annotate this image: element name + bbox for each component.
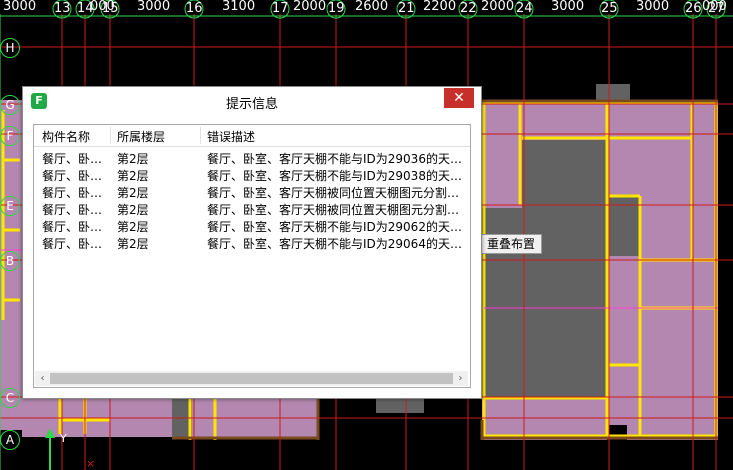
dialog-title: 提示信息 [225,97,278,112]
column-axis-label: 13 [54,1,71,16]
column-header-name[interactable]: 构件名称 [42,128,90,145]
column-axis-label: 15 [102,1,119,16]
cell-name: 餐厅、卧… [42,169,103,183]
error-list[interactable]: 构件名称 所属楼层 错误描述 餐厅、卧… 第2层 餐厅、卧室、客厅天棚不能与ID… [33,124,471,388]
column-axis-label: 24 [516,1,533,16]
column-header-floor[interactable]: 所属楼层 [117,128,165,145]
cell-floor: 第2层 [117,152,149,166]
cell-description: 餐厅、卧室、客厅天棚不能与ID为29064的天… [207,237,462,251]
cell-name: 餐厅、卧… [42,203,103,217]
dimension-label: 3000 [636,0,670,14]
svg-text:×: × [86,457,95,470]
cell-floor: 第2层 [117,220,149,234]
table-row[interactable]: 餐厅、卧… 第2层 餐厅、卧室、客厅天棚被同位置天棚图元分割… [34,183,470,200]
cell-name: 餐厅、卧… [42,237,103,251]
scrollbar-thumb[interactable] [50,373,453,384]
row-axis-bubble: E [0,196,20,216]
close-button[interactable]: ✕ [444,88,474,108]
dimension-label: 2000 [481,0,515,14]
column-divider[interactable] [110,127,111,144]
scroll-left-icon[interactable]: ‹ [35,371,50,386]
cell-description: 餐厅、卧室、客厅天棚不能与ID为29038的天… [207,169,462,183]
row-axis-bubble: A [0,430,20,450]
dimension-label: 2000 [293,0,327,14]
row-axis-bubble: B [0,251,20,271]
column-axis-label: 17 [272,1,289,16]
overlap-tooltip: 重叠布置 [480,234,543,254]
dialog-title-bar[interactable]: F 提示信息 ✕ [23,87,481,115]
column-axis-label: 25 [601,1,618,16]
scroll-right-icon[interactable]: › [453,371,468,386]
column-axis-label: 27 [708,1,725,16]
close-icon: ✕ [453,90,465,106]
horizontal-scrollbar[interactable]: ‹ › [35,371,468,386]
list-header: 构件名称 所属楼层 错误描述 [34,125,470,147]
cell-floor: 第2层 [117,169,149,183]
table-row[interactable]: 餐厅、卧… 第2层 餐厅、卧室、客厅天棚不能与ID为29062的天… [34,217,470,234]
cell-floor: 第2层 [117,237,149,251]
message-dialog: F 提示信息 ✕ 构件名称 所属楼层 错误描述 餐厅、卧… 第2层 餐厅、卧室、… [22,86,482,399]
row-axis-bubble: G [0,95,20,115]
row-axis-bubble: C [0,388,20,408]
column-axis-label: 26 [685,1,702,16]
dimension-label: 3100 [222,0,256,14]
column-axis-label: 21 [398,1,415,16]
column-axis-label: 16 [186,1,203,16]
cell-name: 餐厅、卧… [42,152,103,166]
dimension-label: 2200 [423,0,457,14]
table-row[interactable]: 餐厅、卧… 第2层 餐厅、卧室、客厅天棚不能与ID为29064的天… [34,234,470,251]
column-axis-label: 22 [460,1,477,16]
dimension-label: 2600 [355,0,389,14]
cell-floor: 第2层 [117,203,149,217]
cell-floor: 第2层 [117,186,149,200]
table-row[interactable]: 餐厅、卧… 第2层 餐厅、卧室、客厅天棚不能与ID为29036的天… [34,149,470,166]
dimension-label: 3000 [137,0,171,14]
y-axis-label: Y [60,432,67,445]
column-header-description[interactable]: 错误描述 [207,128,255,145]
dimension-label: 3000 [551,0,585,14]
column-axis-label: 14 [77,1,94,16]
table-row[interactable]: 餐厅、卧… 第2层 餐厅、卧室、客厅天棚被同位置天棚图元分割… [34,200,470,217]
dimension-label: 3000 [3,0,37,14]
cell-description: 餐厅、卧室、客厅天棚不能与ID为29062的天… [207,220,462,234]
column-axis-label: 19 [328,1,345,16]
cell-description: 餐厅、卧室、客厅天棚被同位置天棚图元分割… [207,203,460,217]
cell-description: 餐厅、卧室、客厅天棚不能与ID为29036的天… [207,152,462,166]
column-divider[interactable] [200,127,201,144]
cell-description: 餐厅、卧室、客厅天棚被同位置天棚图元分割… [207,186,460,200]
table-row[interactable]: 餐厅、卧… 第2层 餐厅、卧室、客厅天棚不能与ID为29038的天… [34,166,470,183]
row-axis-bubble: F [0,126,20,146]
cell-name: 餐厅、卧… [42,186,103,200]
cell-name: 餐厅、卧… [42,220,103,234]
row-axis-bubble: H [0,38,20,58]
